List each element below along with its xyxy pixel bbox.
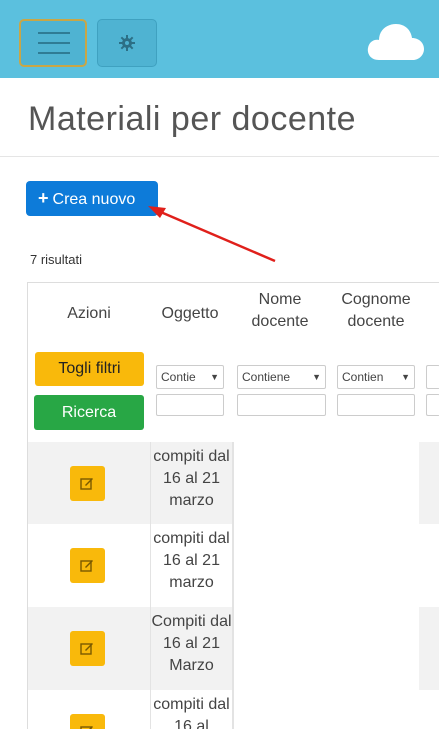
subject-filter-input[interactable] bbox=[156, 394, 224, 416]
hamburger-icon-line bbox=[38, 52, 70, 54]
subject-filter-operator[interactable]: Contie ▼ bbox=[156, 365, 224, 389]
search-button[interactable]: Ricerca bbox=[34, 395, 144, 430]
plus-icon: + bbox=[38, 188, 49, 208]
hamburger-icon-line bbox=[38, 42, 70, 44]
page-title: Materiali per docente bbox=[28, 100, 357, 138]
top-navbar bbox=[0, 0, 439, 78]
last-name-filter-operator-value: Contien bbox=[342, 370, 384, 384]
settings-button[interactable] bbox=[97, 19, 157, 67]
last-name-filter-input[interactable] bbox=[337, 394, 415, 416]
column-header-first-name[interactable]: Nome docente bbox=[234, 289, 326, 333]
subject-cell: Compiti dal 16 al 21 Marzo bbox=[150, 607, 233, 690]
subject-cell: compiti dal 16 al 21 marzo bbox=[150, 524, 233, 607]
results-count: 7 risultati bbox=[30, 252, 83, 267]
edit-button[interactable] bbox=[70, 548, 105, 583]
menu-toggle-button[interactable] bbox=[19, 19, 87, 67]
subject-cell: compiti dal 16 al bbox=[150, 690, 233, 729]
edit-icon bbox=[80, 643, 93, 655]
edit-icon bbox=[80, 726, 93, 729]
subject-filter-operator-value: Contie bbox=[161, 370, 196, 384]
chevron-down-icon: ▼ bbox=[210, 372, 219, 382]
first-name-filter-input[interactable] bbox=[237, 394, 326, 416]
edit-button[interactable] bbox=[70, 466, 105, 501]
blank-teacher-column bbox=[233, 442, 419, 729]
chevron-down-icon: ▼ bbox=[401, 372, 410, 382]
gear-icon bbox=[119, 35, 135, 51]
subject-cell: compiti dal 16 al 21 marzo bbox=[150, 442, 233, 524]
edit-icon bbox=[80, 560, 93, 572]
create-new-label: Crea nuovo bbox=[52, 191, 136, 208]
cloud-icon[interactable] bbox=[367, 20, 425, 60]
clear-filters-button[interactable]: Togli filtri bbox=[35, 352, 144, 386]
row-actions-cell bbox=[28, 690, 150, 729]
title-divider bbox=[0, 156, 439, 157]
edit-button[interactable] bbox=[70, 631, 105, 666]
row-actions-cell bbox=[28, 524, 150, 607]
edit-button[interactable] bbox=[70, 714, 105, 729]
column-header-subject[interactable]: Oggetto bbox=[154, 303, 226, 325]
data-table: Azioni Oggetto Nome docente Cognome doce… bbox=[27, 282, 439, 729]
next-filter-operator[interactable] bbox=[426, 365, 439, 389]
column-header-last-name[interactable]: Cognome docente bbox=[334, 289, 418, 333]
row-actions-cell bbox=[28, 607, 150, 690]
row-actions-cell bbox=[28, 442, 150, 524]
last-name-filter-operator[interactable]: Contien ▼ bbox=[337, 365, 415, 389]
first-name-filter-operator[interactable]: Contiene ▼ bbox=[237, 365, 326, 389]
edit-icon bbox=[80, 478, 93, 490]
create-new-button[interactable]: + Crea nuovo bbox=[26, 181, 158, 216]
hamburger-icon bbox=[38, 32, 70, 34]
first-name-filter-operator-value: Contiene bbox=[242, 370, 291, 384]
chevron-down-icon: ▼ bbox=[312, 372, 321, 382]
next-filter-input[interactable] bbox=[426, 394, 439, 416]
column-header-actions: Azioni bbox=[67, 305, 111, 322]
